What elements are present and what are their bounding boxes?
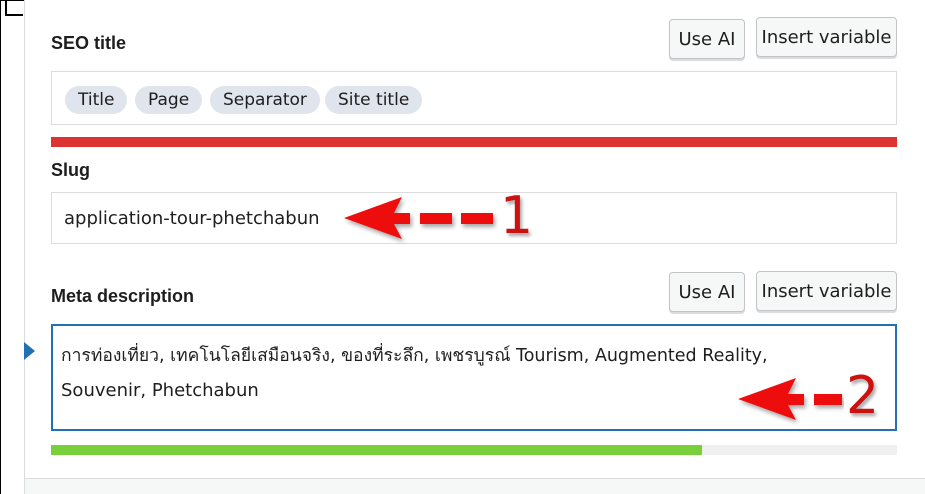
meta-description-use-ai-button[interactable]: Use AI [669,272,745,312]
meta-description-progress-fill [51,445,703,455]
annotation-number-2: 2 [846,366,880,426]
slug-value: application-tour-phetchabun [64,208,320,229]
meta-description-line-1: การท่องเที่ยว, เทคโนโลยีเสมือนจริง, ของท… [61,346,768,366]
frame-left-border [0,0,1,494]
variable-pill-title[interactable]: Title [65,86,128,114]
annotation-arrow-2-icon [738,378,842,420]
variable-pill-page[interactable]: Page [135,86,203,114]
annotation-number-1: 1 [500,186,534,246]
meta-description-insert-variable-button[interactable]: Insert variable [756,271,897,311]
slug-label: Slug [51,160,90,180]
corner-mark [5,0,23,16]
seo-title-insert-variable-button[interactable]: Insert variable [756,17,897,57]
meta-description-line-2: Souvenir, Phetchabun [61,380,259,401]
seo-title-progress-fill [51,137,897,147]
seo-title-progress-bar [51,137,897,147]
seo-title-use-ai-button[interactable]: Use AI [669,19,745,59]
seo-title-field[interactable]: Title Page Separator Site title [51,71,897,125]
meta-description-label: Meta description [51,286,195,306]
seo-title-label: SEO title [51,33,127,53]
next-section-header [25,479,925,494]
variable-pill-separator[interactable]: Separator [210,86,320,114]
meta-description-progress-bar [51,445,897,455]
variable-pill-site-title[interactable]: Site title [325,86,423,114]
focus-indicator-icon [24,342,35,360]
annotation-arrow-1-icon [344,197,493,239]
